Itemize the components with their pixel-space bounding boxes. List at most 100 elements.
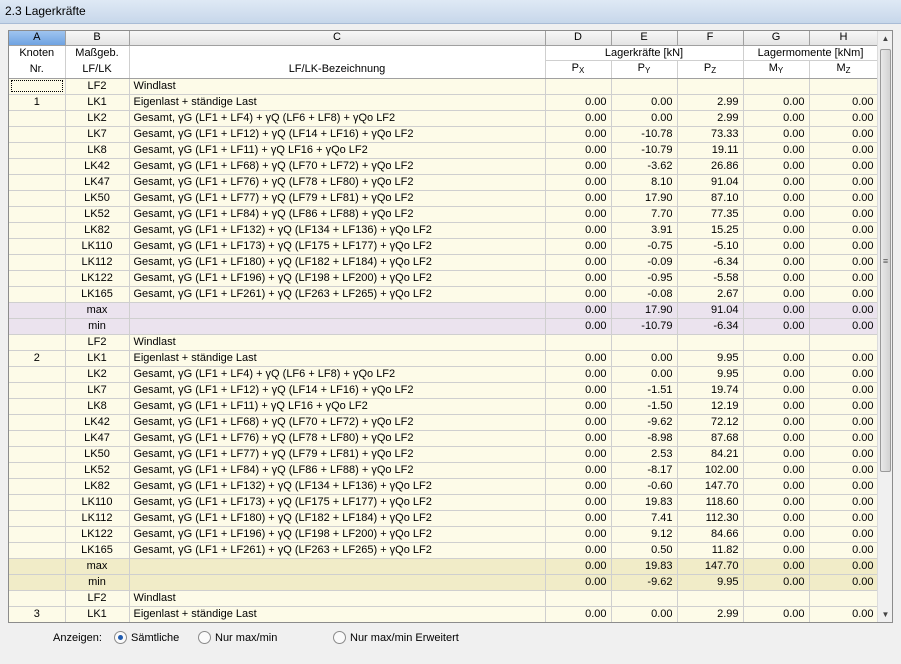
lk-cell[interactable]: LK1: [65, 94, 130, 111]
px-cell[interactable]: 0.00: [545, 606, 612, 622]
lk-cell[interactable]: LK47: [65, 174, 130, 191]
knot-cell[interactable]: [9, 334, 66, 351]
my-cell[interactable]: 0.00: [743, 350, 810, 367]
py-cell[interactable]: -10.78: [611, 126, 678, 143]
pz-cell[interactable]: 19.74: [677, 382, 744, 399]
my-cell[interactable]: 0.00: [743, 366, 810, 383]
description-cell[interactable]: Gesamt, γG (LF1 + LF11) + γQ LF16 + γQo …: [129, 142, 546, 159]
py-cell[interactable]: 7.70: [611, 206, 678, 223]
table-row[interactable]: 2 LK1 Eigenlast + ständige Last 0.00 0.00 9.9…: [9, 350, 879, 367]
description-cell[interactable]: Gesamt, γG (LF1 + LF76) + γQ (LF78 + LF8…: [129, 174, 546, 191]
mz-cell[interactable]: [809, 334, 879, 351]
knot-cell[interactable]: 1: [9, 94, 66, 111]
lk-cell[interactable]: min: [65, 318, 130, 335]
table-row[interactable]: LF2 Windlast: [9, 334, 879, 351]
table-row[interactable]: 3 LK1 Eigenlast + ständige Last 0.00 0.00 2.9…: [9, 606, 879, 622]
px-cell[interactable]: 0.00: [545, 94, 612, 111]
lk-cell[interactable]: LK110: [65, 494, 130, 511]
pz-cell[interactable]: 147.70: [677, 478, 744, 495]
my-cell[interactable]: 0.00: [743, 494, 810, 511]
py-cell[interactable]: 0.00: [611, 606, 678, 622]
px-cell[interactable]: 0.00: [545, 206, 612, 223]
mz-cell[interactable]: [809, 590, 879, 607]
radio-unselected-icon[interactable]: [198, 631, 211, 644]
py-cell[interactable]: 2.53: [611, 446, 678, 463]
knot-cell[interactable]: [9, 286, 66, 303]
mz-cell[interactable]: [809, 78, 879, 95]
description-cell[interactable]: Gesamt, γG (LF1 + LF132) + γQ (LF134 + L…: [129, 478, 546, 495]
table-row[interactable]: LK165 Gesamt, γG (LF1 + LF261) + γQ (LF26…: [9, 542, 879, 559]
knot-cell[interactable]: [9, 302, 66, 319]
my-cell[interactable]: 0.00: [743, 574, 810, 591]
lk-cell[interactable]: LK1: [65, 350, 130, 367]
py-cell[interactable]: [611, 78, 678, 95]
my-cell[interactable]: 0.00: [743, 398, 810, 415]
my-cell[interactable]: 0.00: [743, 382, 810, 399]
lk-cell[interactable]: LK2: [65, 366, 130, 383]
px-cell[interactable]: 0.00: [545, 318, 612, 335]
py-cell[interactable]: -0.95: [611, 270, 678, 287]
knot-cell[interactable]: [9, 366, 66, 383]
lk-cell[interactable]: LK110: [65, 238, 130, 255]
mz-cell[interactable]: 0.00: [809, 350, 879, 367]
my-cell[interactable]: 0.00: [743, 318, 810, 335]
my-cell[interactable]: 0.00: [743, 110, 810, 127]
table-row[interactable]: LK47 Gesamt, γG (LF1 + LF76) + γQ (LF78 +…: [9, 430, 879, 447]
knot-cell[interactable]: [9, 382, 66, 399]
pz-cell[interactable]: 87.10: [677, 190, 744, 207]
knot-cell[interactable]: [9, 78, 66, 95]
table-row[interactable]: LK2 Gesamt, γG (LF1 + LF4) + γQ (LF6 + LF…: [9, 366, 879, 383]
knot-cell[interactable]: [9, 590, 66, 607]
px-cell[interactable]: [545, 590, 612, 607]
lk-cell[interactable]: LK50: [65, 446, 130, 463]
pz-cell[interactable]: 102.00: [677, 462, 744, 479]
py-cell[interactable]: 17.90: [611, 190, 678, 207]
pz-cell[interactable]: [677, 590, 744, 607]
table-row[interactable]: LK112 Gesamt, γG (LF1 + LF180) + γQ (LF18…: [9, 254, 879, 271]
minmax-row[interactable]: max 0.00 19.83 147.70 0.00 0.00: [9, 558, 879, 575]
my-cell[interactable]: 0.00: [743, 270, 810, 287]
lk-cell[interactable]: LK52: [65, 462, 130, 479]
description-cell[interactable]: Gesamt, γG (LF1 + LF196) + γQ (LF198 + L…: [129, 270, 546, 287]
table-row[interactable]: LK2 Gesamt, γG (LF1 + LF4) + γQ (LF6 + LF…: [9, 110, 879, 127]
py-cell[interactable]: 0.00: [611, 350, 678, 367]
py-cell[interactable]: -0.75: [611, 238, 678, 255]
mz-cell[interactable]: 0.00: [809, 158, 879, 175]
vertical-scrollbar[interactable]: ▲ ≡ ▼: [877, 31, 892, 622]
table-row[interactable]: LK122 Gesamt, γG (LF1 + LF196) + γQ (LF19…: [9, 270, 879, 287]
description-cell[interactable]: Eigenlast + ständige Last: [129, 94, 546, 111]
pz-cell[interactable]: 84.66: [677, 526, 744, 543]
my-cell[interactable]: 0.00: [743, 446, 810, 463]
radio-saemtliche[interactable]: Sämtliche: [114, 631, 179, 644]
my-cell[interactable]: 0.00: [743, 302, 810, 319]
knot-cell[interactable]: [9, 494, 66, 511]
px-cell[interactable]: 0.00: [545, 302, 612, 319]
knot-cell[interactable]: [9, 478, 66, 495]
pz-cell[interactable]: -6.34: [677, 318, 744, 335]
pz-cell[interactable]: 9.95: [677, 350, 744, 367]
mz-cell[interactable]: 0.00: [809, 526, 879, 543]
pz-cell[interactable]: 91.04: [677, 302, 744, 319]
px-cell[interactable]: 0.00: [545, 270, 612, 287]
table-row[interactable]: LK82 Gesamt, γG (LF1 + LF132) + γQ (LF134…: [9, 478, 879, 495]
px-cell[interactable]: [545, 334, 612, 351]
mz-cell[interactable]: 0.00: [809, 478, 879, 495]
lk-cell[interactable]: LK122: [65, 526, 130, 543]
px-cell[interactable]: 0.00: [545, 446, 612, 463]
column-header-g[interactable]: G: [743, 31, 810, 46]
mz-cell[interactable]: 0.00: [809, 462, 879, 479]
description-cell[interactable]: Gesamt, γG (LF1 + LF173) + γQ (LF175 + L…: [129, 238, 546, 255]
description-cell[interactable]: Gesamt, γG (LF1 + LF180) + γQ (LF182 + L…: [129, 510, 546, 527]
my-cell[interactable]: 0.00: [743, 190, 810, 207]
lk-cell[interactable]: LK82: [65, 222, 130, 239]
table-row[interactable]: LK42 Gesamt, γG (LF1 + LF68) + γQ (LF70 +…: [9, 158, 879, 175]
my-cell[interactable]: 0.00: [743, 606, 810, 622]
description-cell[interactable]: Gesamt, γG (LF1 + LF77) + γQ (LF79 + LF8…: [129, 446, 546, 463]
py-cell[interactable]: -9.62: [611, 574, 678, 591]
pz-cell[interactable]: 2.99: [677, 606, 744, 622]
mz-cell[interactable]: 0.00: [809, 270, 879, 287]
px-cell[interactable]: 0.00: [545, 126, 612, 143]
my-cell[interactable]: 0.00: [743, 126, 810, 143]
pz-cell[interactable]: 147.70: [677, 558, 744, 575]
py-cell[interactable]: -0.60: [611, 478, 678, 495]
